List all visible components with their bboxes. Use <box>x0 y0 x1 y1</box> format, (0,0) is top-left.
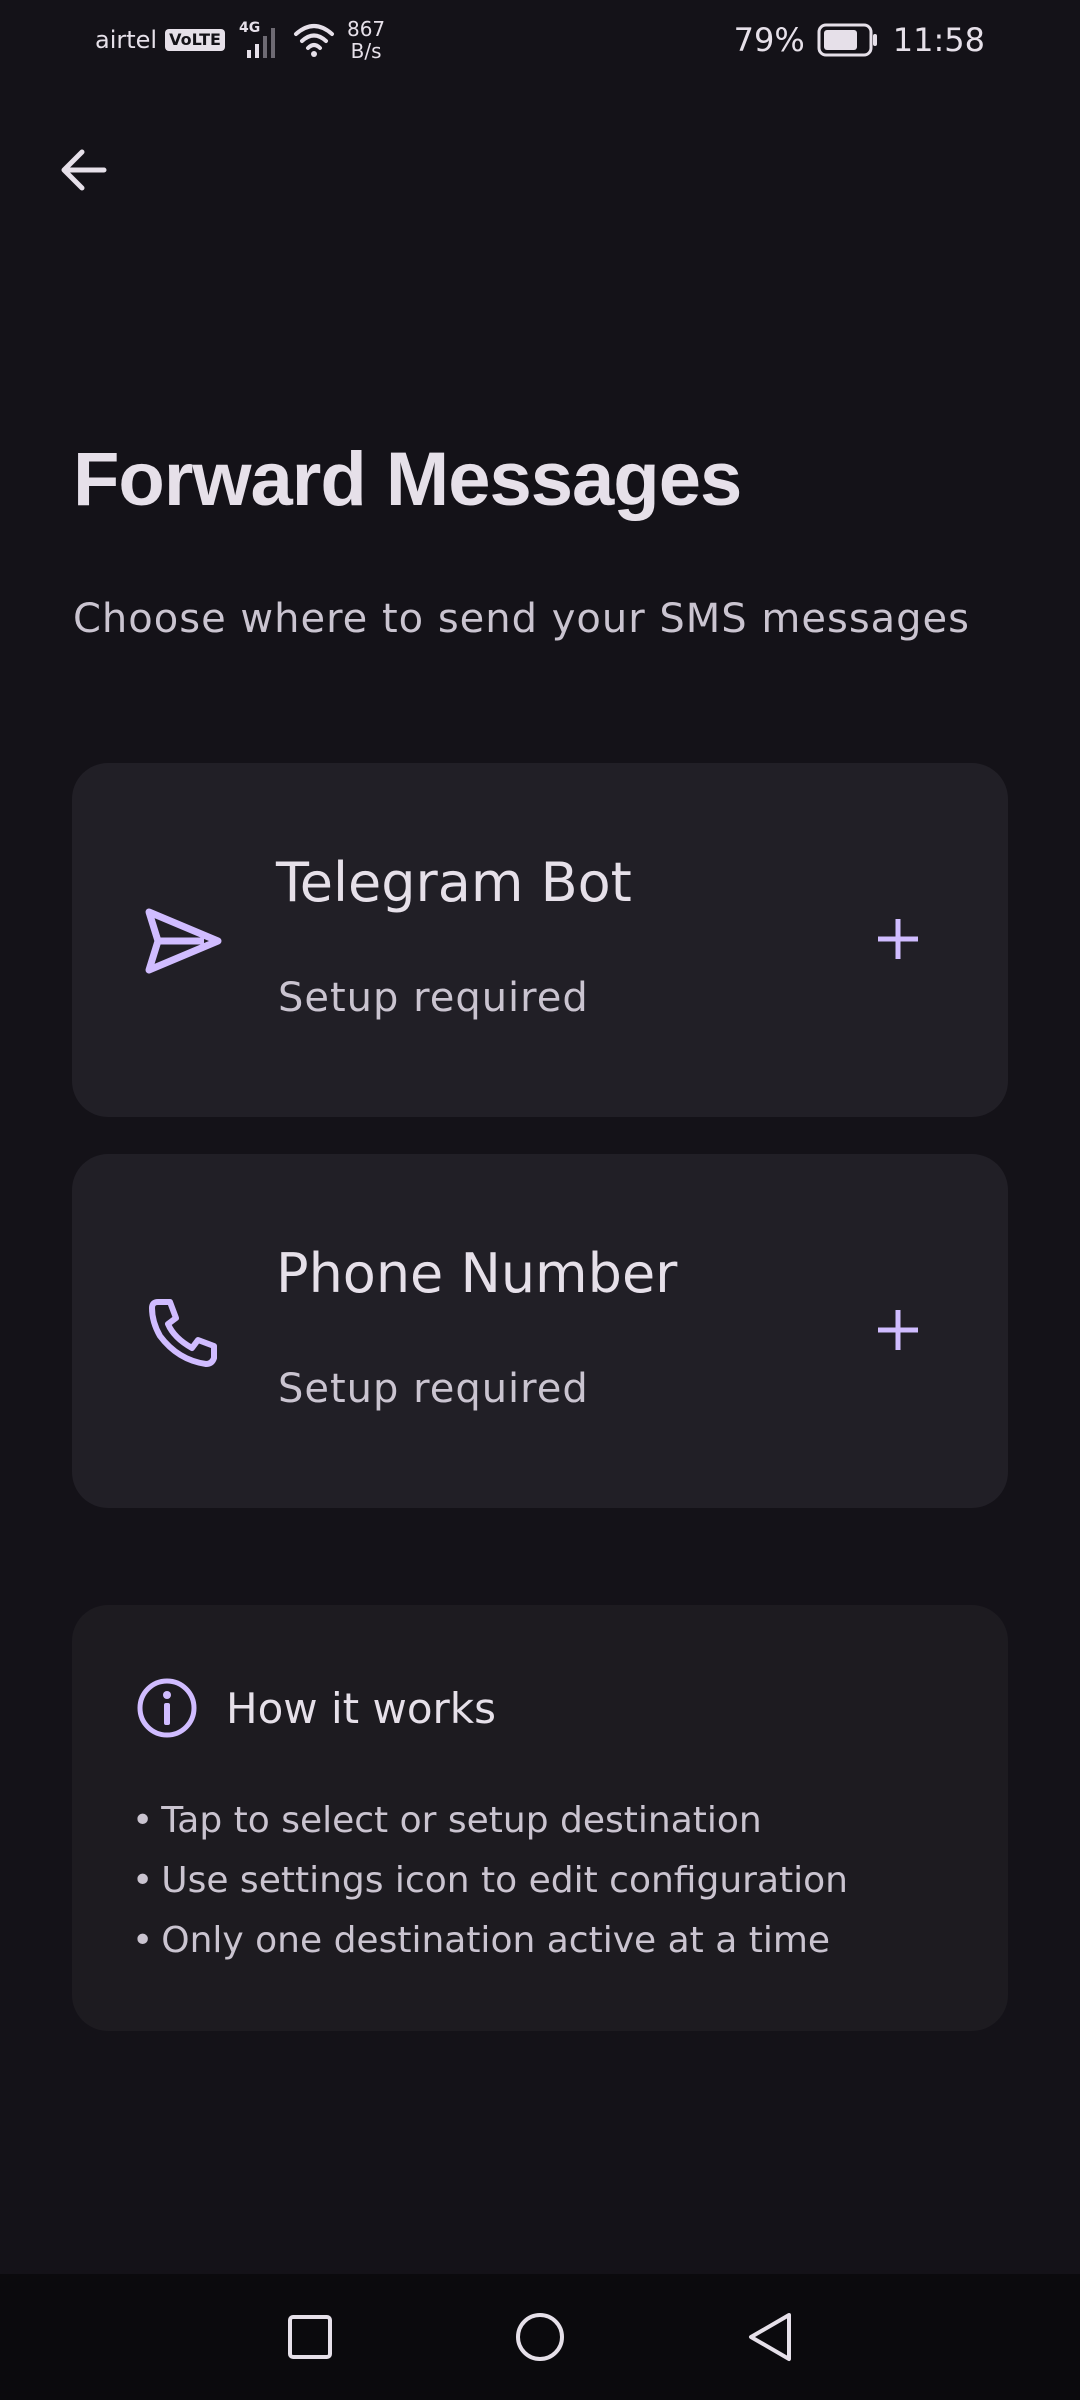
telegram-bot-status: Setup required <box>278 975 589 1021</box>
how-it-works-list: • Tap to select or setup destination • Use… <box>132 1791 848 1971</box>
send-icon <box>144 901 224 981</box>
recents-button[interactable] <box>274 2301 346 2373</box>
home-button[interactable] <box>504 2301 576 2373</box>
list-item-text: Tap to select or setup destination <box>161 1800 762 1841</box>
back-button[interactable] <box>48 134 120 206</box>
how-it-works-title: How it works <box>226 1683 496 1733</box>
list-item: • Tap to select or setup destination <box>132 1791 848 1851</box>
add-phone-number-button[interactable] <box>860 1292 936 1368</box>
page-title: Forward Messages <box>73 437 742 522</box>
triangle-back-icon <box>749 2313 791 2361</box>
circle-home-icon <box>516 2313 564 2361</box>
bullet: • <box>132 1920 154 1961</box>
status-bar: airtel VoLTE 4G 867 B/s 79% 11:58 <box>0 0 1080 80</box>
battery-percent: 79% <box>733 21 805 59</box>
signal-icon: 4G <box>239 20 283 60</box>
telegram-bot-title: Telegram Bot <box>276 851 632 914</box>
network-speed: 867 B/s <box>347 18 385 62</box>
list-item: • Use settings icon to edit configuration <box>132 1851 848 1911</box>
info-icon <box>137 1678 197 1738</box>
how-it-works-card: How it works • Tap to select or setup des… <box>72 1605 1008 2031</box>
system-nav-bar <box>0 2274 1080 2400</box>
speed-value: 867 <box>346 17 386 41</box>
phone-number-card[interactable]: Phone Number Setup required <box>72 1154 1008 1508</box>
phone-icon <box>144 1292 224 1372</box>
telegram-bot-card[interactable]: Telegram Bot Setup required <box>72 763 1008 1117</box>
speed-unit: B/s <box>350 39 382 63</box>
battery-icon <box>817 23 877 57</box>
arrow-back-icon <box>61 149 107 191</box>
bullet: • <box>132 1860 154 1901</box>
wifi-icon <box>293 24 334 57</box>
list-item: • Only one destination active at a time <box>132 1911 848 1971</box>
phone-number-status: Setup required <box>278 1366 589 1412</box>
bullet: • <box>132 1800 154 1841</box>
status-right: 79% 11:58 <box>734 14 985 66</box>
status-left: airtel VoLTE 4G 867 B/s <box>95 14 385 66</box>
how-it-works-header: How it works <box>136 1677 496 1739</box>
square-recents-icon <box>288 2315 332 2359</box>
page-subtitle: Choose where to send your SMS messages <box>73 596 971 642</box>
add-telegram-bot-button[interactable] <box>860 901 936 977</box>
carrier-name: airtel <box>95 26 158 54</box>
phone-number-title: Phone Number <box>276 1242 678 1305</box>
add-icon <box>878 1310 918 1350</box>
list-item-text: Use settings icon to edit configuration <box>161 1860 848 1901</box>
system-back-button[interactable] <box>734 2301 806 2373</box>
volte-badge: VoLTE <box>165 29 225 51</box>
add-icon <box>878 919 918 959</box>
list-item-text: Only one destination active at a time <box>161 1920 831 1961</box>
clock: 11:58 <box>892 21 985 59</box>
